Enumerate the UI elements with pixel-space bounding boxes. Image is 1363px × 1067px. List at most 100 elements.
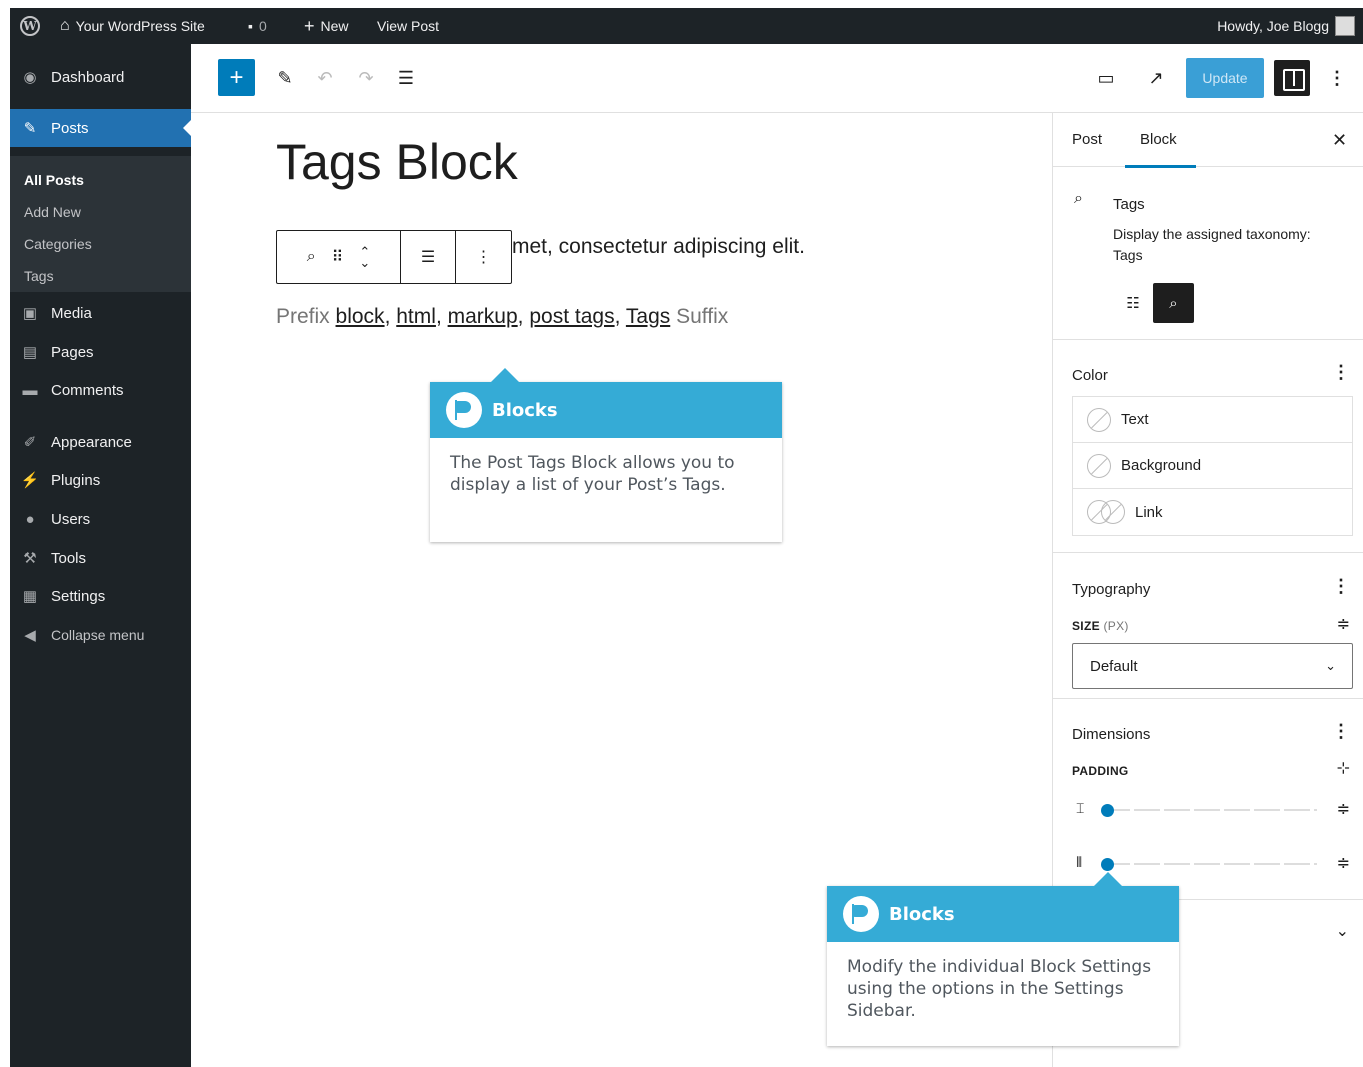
tab-post[interactable]: Post [1072,113,1102,167]
tags-block-icon: ⌕ [1169,294,1178,312]
help-callout: Blocks Modify the individual Block Setti… [827,872,1179,1046]
menu-plugins-label: Plugins [51,471,101,489]
drag-handle-icon[interactable]: ⠿ [332,247,344,267]
font-size-select[interactable]: Default ⌄ [1072,643,1353,689]
comment-icon: ▪ [248,18,253,34]
tag-link[interactable]: Tags [626,305,670,328]
submenu-all-posts[interactable]: All Posts [24,172,84,188]
block-variation-button[interactable]: ⌕ [1153,283,1194,323]
typography-options-button[interactable]: ⋮ [1332,576,1350,597]
tags-block-icon[interactable]: ⌕ [307,248,316,266]
view-post-button[interactable]: ↗ [1145,68,1167,88]
slider-thumb[interactable] [1101,858,1114,871]
vertical-sides-icon: ⌶ [1076,800,1085,816]
tag-link[interactable]: markup [448,305,518,328]
menu-dashboard[interactable]: ◉ Dashboard [10,58,191,96]
menu-settings[interactable]: ▦ Settings [10,577,191,615]
tags-block-icon: ⌕ [1074,190,1083,207]
tools-button[interactable]: ✎ [275,68,295,88]
plus-icon: + [229,63,244,91]
settings-toggle-button[interactable] [1274,60,1310,96]
close-sidebar-button[interactable]: ✕ [1332,113,1347,167]
tag-link[interactable]: block [336,305,385,328]
redo-button[interactable]: ↷ [356,68,376,88]
close-icon: ✕ [1332,130,1348,150]
color-background-option[interactable]: Background [1073,443,1352,489]
chevron-down-icon: ⌄ [1325,658,1336,673]
move-up-down-icon[interactable]: ⌃ ⌄ [359,245,370,269]
block-inserter-button[interactable]: + [218,59,255,96]
comment-count: 0 [258,18,267,34]
comments-link[interactable]: ▪ 0 [248,8,267,44]
unlink-sides-button[interactable]: ⊹ [1337,758,1350,778]
menu-comments-label: Comments [51,381,124,399]
home-icon: ⌂ [60,17,70,34]
menu-pages[interactable]: ▤ Pages [10,333,191,371]
post-title[interactable]: Tags Block [276,133,518,191]
style-variation-button[interactable]: ☷ [1113,283,1153,323]
menu-pages-label: Pages [51,343,94,361]
font-size-label: SIZE (PX) [1072,619,1129,633]
color-options-button[interactable]: ⋮ [1332,362,1350,383]
sliders-icon: ≑ [1336,616,1350,633]
advanced-panel-toggle[interactable]: ⌄ [1336,921,1349,941]
menu-media[interactable]: ▣ Media [10,294,191,332]
view-post-link[interactable]: View Post [377,8,439,44]
color-panel: Color ⋮ Text Background Link [1053,341,1363,553]
callout-title: Blocks [492,399,558,421]
vertical-padding-custom-button[interactable]: ≑ [1337,799,1350,819]
menu-plugins[interactable]: ⚡ Plugins [10,461,191,499]
tags-prefix: Prefix [276,305,330,328]
tag-link[interactable]: html [396,305,436,328]
color-link-label: Link [1135,503,1163,521]
submenu-tags[interactable]: Tags [24,268,54,284]
font-size-unit: (PX) [1103,619,1129,633]
preview-button[interactable]: ▭ [1095,68,1117,88]
horizontal-padding-custom-button[interactable]: ≑ [1337,853,1350,873]
tag-link[interactable]: post tags [529,305,614,328]
flag-icon [446,392,482,428]
submenu-add-new[interactable]: Add New [24,204,81,220]
padding-label: PADDING [1072,764,1129,778]
account-menu[interactable]: Howdy, Joe Blogg [1217,8,1355,44]
menu-settings-label: Settings [51,587,106,605]
document-overview-button[interactable]: ☰ [396,68,416,88]
align-left-icon: ☰ [420,249,436,266]
wordpress-logo-button[interactable]: W [20,8,40,44]
undo-button[interactable]: ↶ [315,68,335,88]
slider-thumb[interactable] [1101,804,1114,817]
chevron-down-icon: ⌄ [1335,923,1349,940]
site-name-link[interactable]: ⌂ Your WordPress Site [60,8,205,44]
avatar [1335,16,1355,36]
color-text-option[interactable]: Text [1073,397,1352,443]
dimensions-panel: Dimensions ⋮ PADDING ⊹ ⌶ ≑ ⦀ ≑ [1053,700,1363,900]
vertical-padding-slider[interactable]: ⌶ [1072,798,1353,822]
menu-appearance[interactable]: ✐ Appearance [10,423,191,461]
update-button[interactable]: Update [1186,58,1264,98]
new-content-link[interactable]: + New [304,8,349,44]
menu-tools[interactable]: ⚒ Tools [10,539,191,577]
menu-users[interactable]: ● Users [10,500,191,538]
menu-posts[interactable]: ✎ Posts [10,109,191,147]
submenu-categories[interactable]: Categories [24,236,92,252]
menu-media-label: Media [51,304,92,322]
settings-tabs: Post Block ✕ [1053,113,1363,168]
sides-icon: ⊹ [1336,760,1350,777]
dimensions-options-button[interactable]: ⋮ [1332,721,1350,742]
collapse-menu-button[interactable]: ◀ Collapse menu [10,616,191,654]
menu-comments[interactable]: ▬ Comments [10,371,191,409]
menu-posts-label: Posts [51,119,89,137]
post-tags-block[interactable]: Prefix block, html, markup, post tags, T… [276,305,728,329]
block-options-button[interactable]: ⋮ [456,231,511,283]
options-menu-button[interactable]: ⋮ [1328,66,1346,90]
color-link-option[interactable]: Link [1073,489,1352,535]
callout-text: Modify the individual Block Settings usi… [847,957,1152,1021]
color-background-label: Background [1121,457,1202,474]
custom-size-button[interactable]: ≑ [1337,614,1350,634]
callout-arrow [491,368,519,382]
kebab-icon: ⋮ [1328,67,1346,88]
collapse-menu-label: Collapse menu [51,627,145,643]
tab-block[interactable]: Block [1125,113,1196,168]
posts-submenu: All Posts Add New Categories Tags [10,156,191,292]
align-button[interactable]: ☰ [401,231,456,283]
